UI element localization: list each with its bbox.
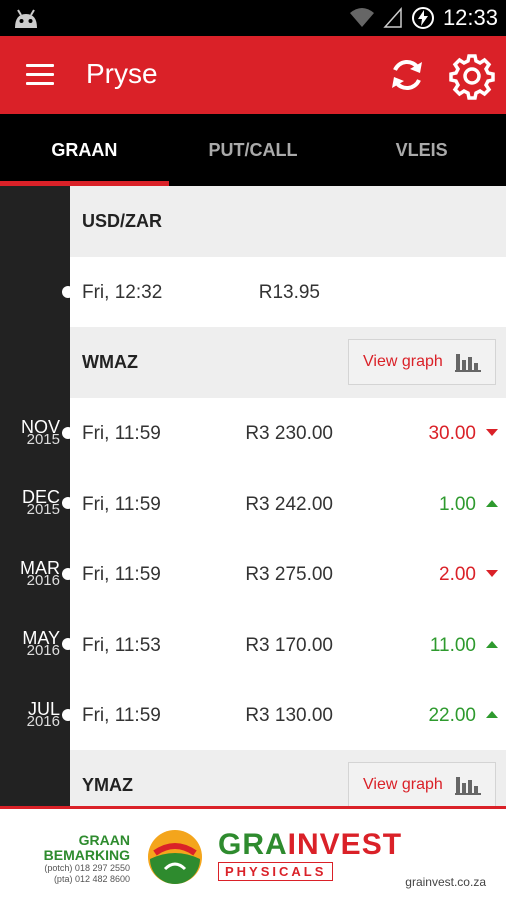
signal-icon xyxy=(383,7,402,28)
arrow-up-icon xyxy=(486,640,498,648)
status-time: 12:33 xyxy=(442,5,498,30)
section-header-wmaz: WMAZ View graph xyxy=(70,327,506,399)
section-title: USD/ZAR xyxy=(82,211,162,231)
table-row[interactable]: Fri, 11:59 R3 275.00 2.00 xyxy=(70,539,506,610)
section-title: YMAZ xyxy=(82,775,133,796)
row-price: R13.95 xyxy=(258,282,320,303)
timeline-label: MAY 2016 xyxy=(22,628,60,659)
row-change: 2.00 xyxy=(439,564,476,586)
arrow-up-icon xyxy=(486,710,498,718)
app-bar: Pryse xyxy=(0,36,506,114)
row-change: 11.00 xyxy=(429,634,476,656)
table-row[interactable]: Fri, 11:59 R3 230.00 30.00 xyxy=(70,398,506,469)
bar-chart-icon xyxy=(455,354,481,373)
view-graph-button[interactable]: View graph xyxy=(348,762,496,806)
row-date: Fri, 11:59 xyxy=(82,423,161,445)
section-title: WMAZ xyxy=(82,352,138,373)
view-graph-button[interactable]: View graph xyxy=(348,339,496,386)
row-date: Fri, 12:32 xyxy=(82,282,163,303)
timeline-label: NOV 2015 xyxy=(20,417,60,448)
grainvest-logo-icon xyxy=(148,830,202,884)
android-icon xyxy=(15,9,37,28)
tab-vleis[interactable]: VLEIS xyxy=(337,114,506,186)
row-change: 30.00 xyxy=(428,423,476,445)
table-row[interactable]: Fri, 12:32 R13.95 xyxy=(70,257,506,328)
row-date: Fri, 11:59 xyxy=(82,564,161,586)
banner-url: grainvest.co.za xyxy=(405,875,486,889)
row-change: 22.00 xyxy=(428,704,476,726)
row-price: R3 242.00 xyxy=(245,493,333,515)
tab-bar: GRAAN PUT/CALL VLEIS xyxy=(0,114,506,186)
table-row[interactable]: Fri, 11:53 R3 170.00 11.00 xyxy=(70,609,506,680)
row-change: 1.00 xyxy=(439,493,476,515)
section-header-ymaz: YMAZ View graph xyxy=(70,750,506,806)
arrow-down-icon xyxy=(486,429,498,437)
row-date: Fri, 11:53 xyxy=(82,634,161,656)
ad-banner[interactable]: GRAAN BEMARKING (potch) 018 297 2550 (pt… xyxy=(0,806,506,900)
tab-graan[interactable]: GRAAN xyxy=(0,114,169,186)
section-header-usd-zar: USD/ZAR xyxy=(70,186,506,257)
arrow-up-icon xyxy=(486,499,498,507)
timeline: NOV 2015 DEC 2015 MAR 2016 MAY 2016 JUL 2016 xyxy=(0,186,74,806)
page-title: Pryse xyxy=(86,58,158,89)
table-row[interactable]: Fri, 11:59 R3 130.00 22.00 xyxy=(70,679,506,751)
refresh-icon[interactable] xyxy=(386,54,428,96)
menu-icon[interactable] xyxy=(26,64,54,86)
row-price: R3 230.00 xyxy=(245,423,333,445)
table-row[interactable]: Fri, 11:59 R3 242.00 1.00 xyxy=(70,468,506,540)
grainvest-brand: GRAINVEST PHYSICALS xyxy=(218,828,403,881)
tab-put-call[interactable]: PUT/CALL xyxy=(169,114,338,186)
row-price: R3 170.00 xyxy=(245,634,333,656)
graan-bemarking-text: GRAAN BEMARKING (potch) 018 297 2550 (pt… xyxy=(43,832,130,885)
timeline-label: MAR 2016 xyxy=(20,558,60,589)
wifi-icon xyxy=(349,8,374,27)
price-list[interactable]: USD/ZAR Fri, 12:32 R13.95 WMAZ View grap… xyxy=(70,186,506,806)
battery-charging-icon xyxy=(411,7,434,29)
row-date: Fri, 11:59 xyxy=(82,493,161,515)
timeline-label: DEC 2015 xyxy=(21,487,60,518)
row-price: R3 130.00 xyxy=(245,704,333,726)
arrow-down-icon xyxy=(486,570,498,578)
row-price: R3 275.00 xyxy=(245,564,333,586)
row-date: Fri, 11:59 xyxy=(82,704,161,726)
settings-gear-icon[interactable] xyxy=(448,52,496,100)
bar-chart-icon xyxy=(455,777,481,796)
timeline-label: JUL 2016 xyxy=(26,699,60,730)
status-bar: 12:33 xyxy=(0,0,506,36)
